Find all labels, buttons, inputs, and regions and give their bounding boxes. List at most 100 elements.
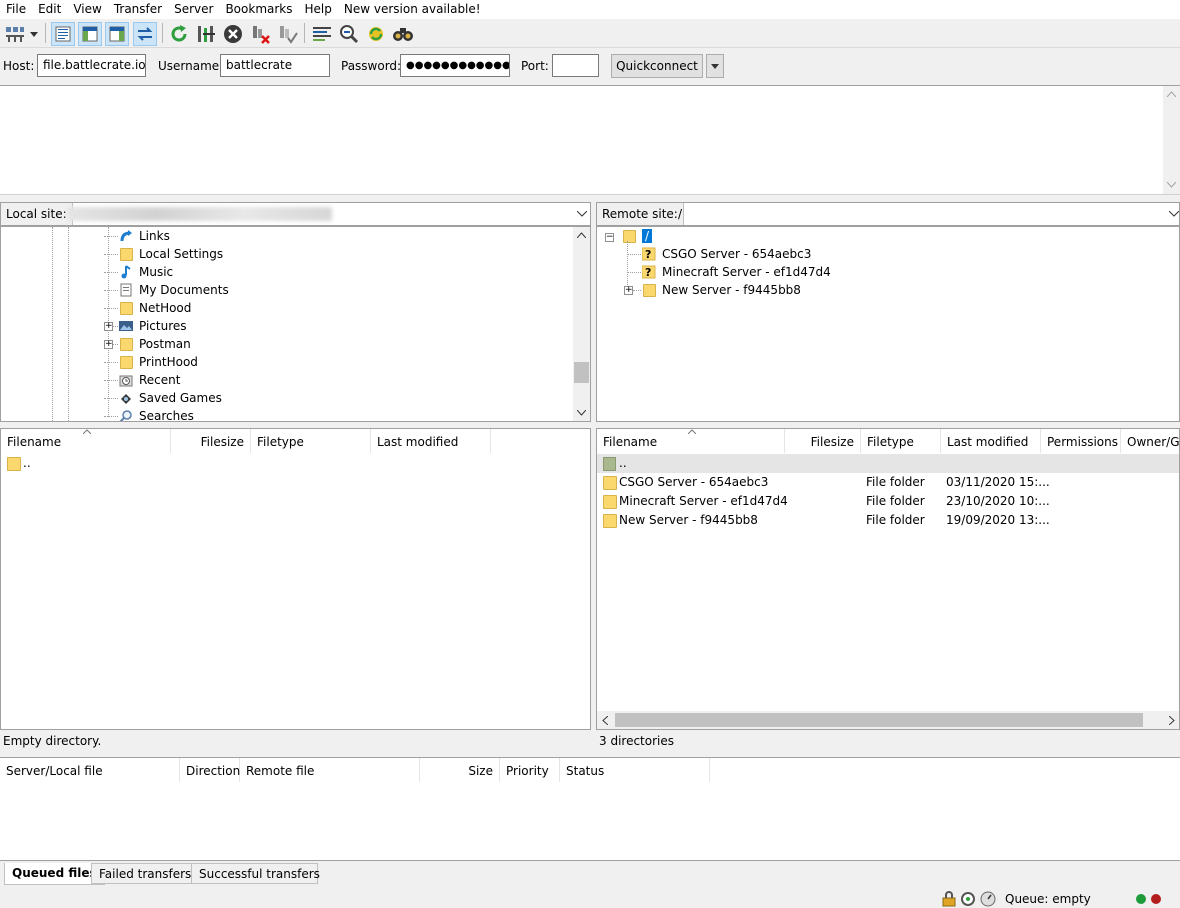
column-header-server-local-file[interactable]: Server/Local file xyxy=(0,758,180,782)
tree-item-saved-games[interactable]: Saved Games xyxy=(104,389,222,407)
remote-horizontal-scrollbar[interactable] xyxy=(597,711,1179,729)
scroll-down-icon[interactable] xyxy=(577,410,586,416)
column-header-last-modified[interactable]: Last modified xyxy=(371,429,491,453)
menu-file[interactable]: File xyxy=(0,0,32,19)
cancel-icon[interactable] xyxy=(221,22,245,46)
tree-item-pictures[interactable]: Pictures xyxy=(104,317,187,335)
local-directory-tree[interactable]: Links Local Settings Music My Documents … xyxy=(0,226,591,422)
message-log[interactable] xyxy=(0,85,1180,195)
tree-item-searches[interactable]: Searches xyxy=(104,407,194,421)
table-row[interactable]: Minecraft Server - ef1d47d4 File folder … xyxy=(597,492,1179,511)
gauge-icon[interactable] xyxy=(980,891,996,907)
queue-status: Queue: empty xyxy=(1005,892,1091,906)
tree-item-recent[interactable]: Recent xyxy=(104,371,180,389)
scroll-up-icon[interactable] xyxy=(1167,91,1176,97)
folder-icon xyxy=(118,246,134,262)
tab-failed-transfers[interactable]: Failed transfers xyxy=(91,863,200,884)
column-header-permissions[interactable]: Permissions xyxy=(1041,429,1121,453)
pictures-icon xyxy=(118,318,134,334)
menu-transfer[interactable]: Transfer xyxy=(108,0,168,19)
tree-item-music[interactable]: Music xyxy=(104,263,173,281)
table-row[interactable]: CSGO Server - 654aebc3 File folder 03/11… xyxy=(597,473,1179,492)
port-input[interactable] xyxy=(552,54,599,77)
site-manager-icon[interactable] xyxy=(3,22,27,46)
list-item[interactable]: .. xyxy=(597,454,1179,473)
folder-icon xyxy=(118,300,134,316)
expand-icon[interactable]: + xyxy=(104,322,113,331)
tab-successful-transfers[interactable]: Successful transfers xyxy=(191,863,320,884)
process-queue-icon[interactable] xyxy=(194,22,218,46)
dropdown-arrow-icon[interactable] xyxy=(27,22,41,46)
tree-item-local-settings[interactable]: Local Settings xyxy=(104,245,223,263)
transfer-queue[interactable]: Server/Local file Direction Remote file … xyxy=(0,757,1180,861)
tab-queued-files[interactable]: Queued files xyxy=(4,863,105,885)
toggle-log-icon[interactable] xyxy=(51,22,75,46)
tree-item-postman[interactable]: Postman xyxy=(104,335,191,353)
column-header-filesize[interactable]: Filesize xyxy=(171,429,251,453)
expand-icon[interactable]: + xyxy=(624,286,633,295)
quickconnect-button[interactable]: Quickconnect xyxy=(611,54,703,78)
scroll-thumb[interactable] xyxy=(574,362,589,383)
remote-directory-tree[interactable]: − / ? CSGO Server - 654aebc3 ? Minecraft… xyxy=(596,226,1180,422)
scroll-left-icon[interactable] xyxy=(602,716,608,725)
reconnect-icon[interactable] xyxy=(276,22,300,46)
column-header-last-modified[interactable]: Last modified xyxy=(941,429,1041,453)
column-header-filetype[interactable]: Filetype xyxy=(251,429,371,453)
quickconnect-dropdown-button[interactable] xyxy=(706,54,724,78)
list-item[interactable]: .. xyxy=(1,454,590,473)
scroll-up-icon[interactable] xyxy=(577,232,586,238)
folder-icon xyxy=(603,514,617,528)
chevron-down-icon[interactable] xyxy=(577,211,587,217)
disconnect-icon[interactable] xyxy=(249,22,273,46)
collapse-icon[interactable]: − xyxy=(605,233,614,242)
password-input[interactable]: ●●●●●●●●●●●●●● xyxy=(400,54,510,77)
menu-bookmarks[interactable]: Bookmarks xyxy=(219,0,298,19)
toggle-queue-icon[interactable] xyxy=(133,22,157,46)
tree-root[interactable]: / xyxy=(621,227,653,245)
column-header-direction[interactable]: Direction xyxy=(180,758,240,782)
tree-item-csgo-server[interactable]: ? CSGO Server - 654aebc3 xyxy=(641,245,811,263)
local-path-input[interactable] xyxy=(67,207,332,221)
column-header-filetype[interactable]: Filetype xyxy=(861,429,941,453)
tree-item-minecraft-server[interactable]: ? Minecraft Server - ef1d47d4 xyxy=(641,263,831,281)
local-tree-scrollbar[interactable] xyxy=(573,227,590,421)
column-header-owner-group[interactable]: Owner/Gro xyxy=(1121,429,1179,453)
scroll-right-icon[interactable] xyxy=(1169,716,1175,725)
tree-item-links[interactable]: Links xyxy=(104,227,170,245)
chevron-down-icon[interactable] xyxy=(1169,211,1179,217)
scroll-down-icon[interactable] xyxy=(1167,182,1176,188)
tree-item-nethood[interactable]: NetHood xyxy=(104,299,191,317)
table-row[interactable]: New Server - f9445bb8 File folder 19/09/… xyxy=(597,511,1179,530)
toggle-local-tree-icon[interactable] xyxy=(78,22,102,46)
remote-file-list[interactable]: Filename Filesize Filetype Last modified… xyxy=(596,428,1180,730)
toggle-remote-tree-icon[interactable] xyxy=(105,22,129,46)
column-header-status[interactable]: Status xyxy=(560,758,710,782)
search-remote-icon[interactable] xyxy=(391,22,415,46)
compare-icon[interactable] xyxy=(337,22,361,46)
expand-icon[interactable]: + xyxy=(104,340,113,349)
column-header-priority[interactable]: Priority xyxy=(500,758,560,782)
host-input[interactable]: file.battlecrate.io xyxy=(37,54,146,77)
menu-help[interactable]: Help xyxy=(299,0,338,19)
column-header-filesize[interactable]: Filesize xyxy=(785,429,861,453)
column-header-size[interactable]: Size xyxy=(420,758,500,782)
column-header-remote-file[interactable]: Remote file xyxy=(240,758,420,782)
remote-path-input[interactable]: / xyxy=(678,207,682,221)
menu-server[interactable]: Server xyxy=(168,0,219,19)
username-input[interactable]: battlecrate xyxy=(220,54,330,77)
tree-item-new-server[interactable]: New Server - f9445bb8 xyxy=(641,281,801,299)
local-file-list[interactable]: Filename Filesize Filetype Last modified… xyxy=(0,428,591,730)
log-scrollbar[interactable] xyxy=(1163,86,1180,194)
refresh-icon[interactable] xyxy=(167,22,191,46)
menu-new-version[interactable]: New version available! xyxy=(338,0,487,19)
speed-limit-icon[interactable] xyxy=(960,891,976,907)
lock-icon[interactable] xyxy=(941,891,957,907)
scroll-thumb[interactable] xyxy=(615,713,1143,727)
tree-item-my-documents[interactable]: My Documents xyxy=(104,281,229,299)
menu-edit[interactable]: Edit xyxy=(32,0,67,19)
menu-view[interactable]: View xyxy=(67,0,107,19)
tree-item-printhood[interactable]: PrintHood xyxy=(104,353,198,371)
directory-listing-filters-icon[interactable] xyxy=(310,22,334,46)
unknown-folder-icon: ? xyxy=(641,264,657,280)
sync-browse-icon[interactable] xyxy=(364,22,388,46)
